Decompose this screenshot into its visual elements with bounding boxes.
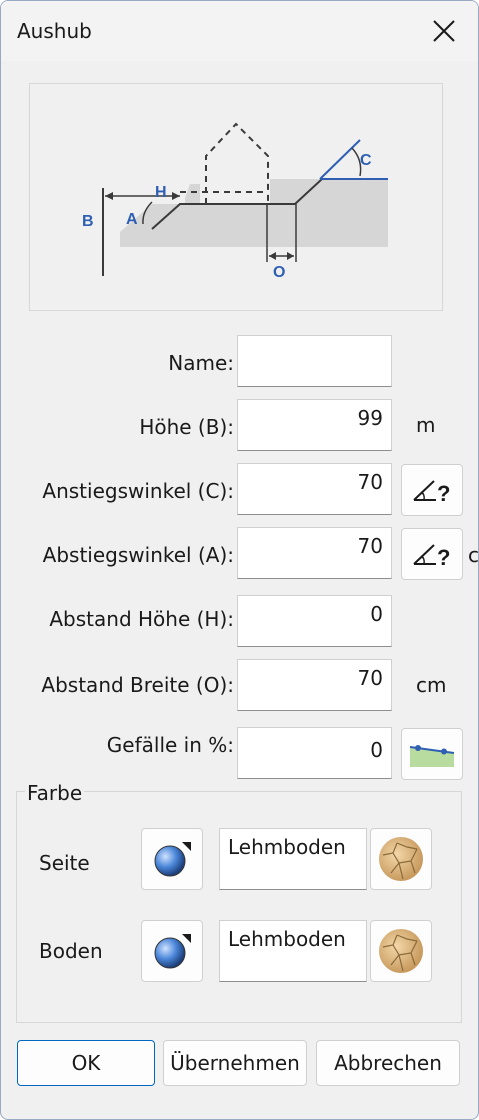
abstand-hoehe-label: Abstand Höhe (H): [49, 607, 234, 631]
slope-icon [409, 745, 455, 767]
hoehe-unit: m [416, 413, 436, 437]
svg-text:?: ? [437, 545, 450, 569]
boden-label: Boden [39, 939, 103, 963]
diagram-label-a: A [126, 211, 138, 228]
seite-texture-button[interactable] [370, 828, 432, 890]
slope-button[interactable] [401, 728, 463, 780]
close-icon [433, 20, 455, 42]
boden-material-field[interactable]: Lehmboden [219, 920, 367, 982]
farbe-group [16, 791, 462, 1023]
abstiegswinkel-label: Abstiegswinkel (A): [42, 543, 234, 567]
anstiegswinkel-field[interactable]: 70 [237, 463, 392, 515]
name-label: Name: [168, 351, 234, 375]
hoehe-label: Höhe (B): [139, 415, 234, 439]
aushub-dialog: Aushub B H A C O Name: Höhe (B): 99 m An… [0, 0, 479, 1120]
svg-text:?: ? [437, 481, 450, 505]
hoehe-field[interactable]: 99 [237, 399, 392, 451]
farbe-group-title: Farbe [25, 781, 85, 805]
color-picker-icon [154, 934, 191, 969]
abstand-breite-label: Abstand Breite (O): [41, 673, 234, 697]
diagram-label-b: B [82, 213, 94, 230]
dialog-title: Aushub [17, 19, 92, 43]
apply-button[interactable]: Übernehmen [163, 1040, 307, 1086]
title-bar: Aushub [1, 1, 478, 61]
angle-picker-button-ascent[interactable]: ? [401, 464, 463, 516]
abstand-hoehe-field[interactable]: 0 [237, 595, 392, 647]
abstiegswinkel-unit: c [468, 543, 479, 567]
seite-color-button[interactable] [141, 828, 203, 890]
angle-help-icon: ? [413, 544, 450, 569]
gefaelle-label: Gefälle in %: [106, 733, 234, 757]
abstiegswinkel-field[interactable]: 70 [237, 527, 392, 579]
seite-label: Seite [39, 851, 90, 875]
boden-color-button[interactable] [141, 920, 203, 982]
seite-material-field[interactable]: Lehmboden [219, 828, 367, 890]
diagram-label-c: C [360, 152, 372, 169]
diagram-label-h: H [155, 184, 167, 201]
anstiegswinkel-label: Anstiegswinkel (C): [42, 479, 234, 503]
boden-texture-button[interactable] [370, 920, 432, 982]
abstand-breite-field[interactable]: 70 [237, 659, 392, 711]
name-field[interactable] [237, 335, 392, 387]
excavation-diagram-drawing: B H A C O [82, 122, 388, 281]
excavation-diagram: B H A C O [29, 83, 443, 311]
angle-help-icon: ? [413, 480, 450, 505]
gefaelle-field[interactable]: 0 [237, 727, 392, 779]
angle-picker-button-descent[interactable]: ? [401, 528, 463, 580]
ok-button[interactable]: OK [17, 1040, 155, 1086]
diagram-label-o: O [273, 264, 285, 281]
cancel-button[interactable]: Abbrechen [316, 1040, 460, 1086]
color-picker-icon [154, 842, 191, 877]
close-button[interactable] [421, 9, 467, 53]
clay-texture-icon [379, 837, 423, 881]
abstand-breite-unit: cm [416, 673, 447, 697]
clay-texture-icon [379, 929, 423, 973]
